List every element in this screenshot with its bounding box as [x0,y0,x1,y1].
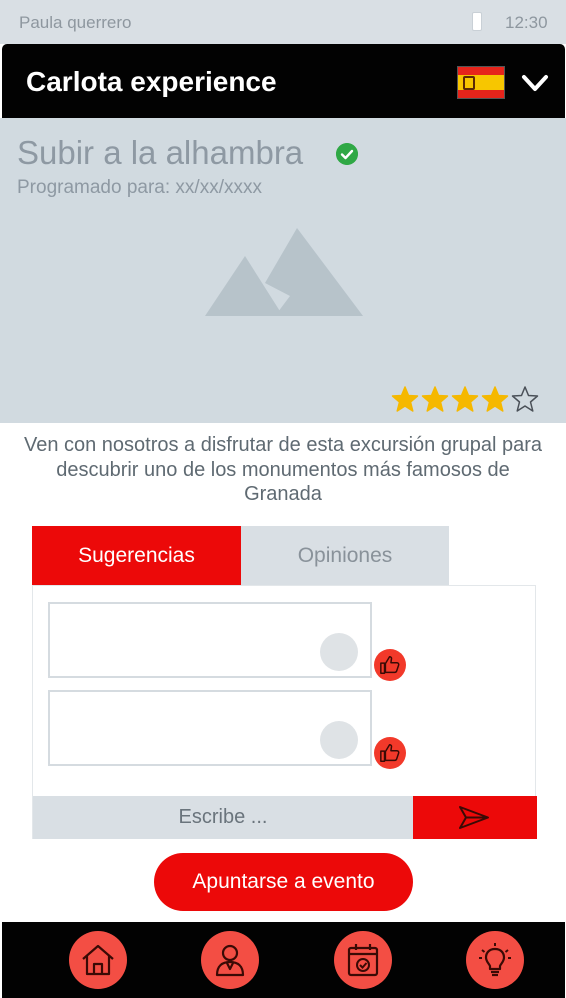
star-filled-icon[interactable] [451,385,479,413]
send-button[interactable] [413,796,537,839]
join-event-button[interactable]: Apuntarse a evento [154,853,413,911]
thumbs-up-button[interactable] [374,649,406,681]
status-user-name: Paula querrero [19,13,132,32]
nav-home-button[interactable] [69,931,127,989]
spain-flag-icon[interactable] [457,66,505,99]
rating-stars [391,385,543,415]
app-header: Carlota experience [2,44,565,118]
star-filled-icon[interactable] [421,385,449,413]
thumbs-up-button[interactable] [374,737,406,769]
suggestion-card [48,602,372,678]
nav-calendar-button[interactable] [334,931,392,989]
avatar [320,721,358,759]
chevron-down-icon[interactable] [520,68,550,98]
avatar [320,633,358,671]
verified-check-icon [336,143,358,165]
user-icon [215,944,245,977]
tab-opiniones[interactable]: Opiniones [241,526,449,585]
bottom-nav [2,922,565,998]
battery-icon [472,12,482,31]
image-placeholder-icon [205,228,363,316]
star-filled-icon[interactable] [391,385,419,413]
suggestion-card [48,690,372,766]
thumbs-up-icon [380,656,400,674]
event-hero: Subir a la alhambra Programado para: xx/… [0,118,566,423]
tab-sugerencias[interactable]: Sugerencias [32,526,241,585]
thumbs-up-icon [380,744,400,762]
send-icon [459,806,489,829]
status-bar: Paula querrero 12:30 [0,0,566,44]
suggestions-panel [32,585,537,839]
lightbulb-icon [479,943,511,977]
event-title: Subir a la alhambra [17,134,304,171]
calendar-icon [347,944,379,977]
nav-profile-button[interactable] [201,931,259,989]
app-title: Carlota experience [26,66,277,97]
home-icon [82,944,114,976]
star-filled-icon[interactable] [481,385,509,413]
event-schedule: Programado para: xx/xx/xxxx [17,177,262,198]
status-time: 12:30 [505,13,548,32]
message-input[interactable] [33,796,413,839]
star-empty-icon[interactable] [511,385,539,413]
event-description: Ven con nosotros a disfrutar de esta exc… [23,434,543,505]
nav-ideas-button[interactable] [466,931,524,989]
